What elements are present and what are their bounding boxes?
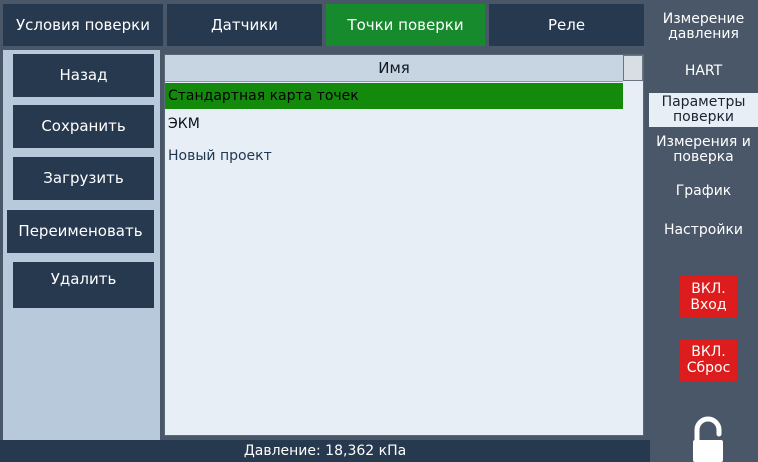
side-tab-label: Параметры поверки — [661, 94, 746, 125]
app-window: Условия поверки Датчики Точки поверки Ре… — [0, 0, 758, 462]
side-tab-pressure-measurement[interactable]: Измерение давления — [649, 4, 758, 50]
button-label-line1: ВКЛ. — [691, 281, 726, 297]
list-item[interactable]: ЭКМ — [165, 111, 623, 137]
button-label: Загрузить — [43, 169, 124, 187]
tab-label: Точки поверки — [347, 15, 464, 34]
padlock-unlocked-icon[interactable] — [690, 416, 726, 462]
tab-label: Реле — [547, 15, 586, 34]
back-button[interactable]: Назад — [13, 54, 154, 97]
side-tab-label: Настройки — [663, 221, 744, 238]
column-header-label: Имя — [378, 59, 410, 77]
scrollbar-thumb[interactable] — [623, 55, 643, 81]
rename-button[interactable]: Переименовать — [7, 210, 154, 253]
button-label: Назад — [59, 66, 108, 84]
side-tab-settings[interactable]: Настройки — [649, 212, 758, 248]
column-header-name[interactable]: Имя — [165, 55, 623, 82]
button-label: Сохранить — [41, 117, 126, 135]
side-tab-verification-parameters[interactable]: Параметры поверки — [649, 93, 758, 127]
delete-button[interactable]: Удалить — [13, 262, 154, 308]
status-bar: Давление: 18,362 кПа — [0, 440, 650, 462]
button-label: Удалить — [50, 270, 117, 288]
side-tab-chart[interactable]: График — [649, 172, 758, 210]
list-item-label: ЭКМ — [168, 116, 200, 132]
list-item[interactable]: Новый проект — [165, 143, 623, 169]
side-tab-label: График — [675, 182, 732, 199]
list-item-label: Новый проект — [168, 148, 272, 164]
tab-sensors[interactable]: Датчики — [167, 4, 322, 46]
side-tab-label: Измерения и поверка — [656, 134, 751, 165]
save-button[interactable]: Сохранить — [13, 105, 154, 148]
button-label-line2: Вход — [690, 297, 727, 313]
input-on-button[interactable]: ВКЛ. Вход — [680, 276, 737, 318]
side-tab-hart[interactable]: HART — [649, 54, 758, 88]
tab-label: Условия поверки — [16, 15, 150, 34]
tab-verification-conditions[interactable]: Условия поверки — [3, 4, 163, 46]
button-label: Переименовать — [18, 222, 143, 240]
reset-on-button[interactable]: ВКЛ. Сброс — [680, 339, 737, 381]
tab-relay[interactable]: Реле — [489, 4, 644, 46]
side-tab-label: HART — [684, 62, 723, 79]
pressure-readout: Давление: 18,362 кПа — [243, 443, 407, 459]
button-label-line2: Сброс — [686, 360, 731, 376]
tab-verification-points[interactable]: Точки поверки — [326, 4, 485, 46]
load-button[interactable]: Загрузить — [13, 157, 154, 200]
side-tab-label: Измерение давления — [662, 11, 745, 42]
side-tab-measurements-verification[interactable]: Измерения и поверка — [649, 130, 758, 170]
list-item[interactable]: Стандартная карта точек — [165, 83, 623, 109]
button-label-line1: ВКЛ. — [691, 344, 726, 360]
tab-label: Датчики — [210, 15, 279, 34]
list-item-label: Стандартная карта точек — [168, 88, 359, 104]
